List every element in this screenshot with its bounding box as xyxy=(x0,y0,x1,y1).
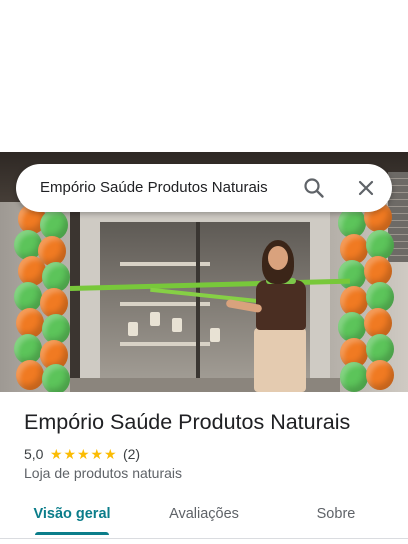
star-icon: ★ xyxy=(49,446,63,462)
tab-reviews[interactable]: Avaliações xyxy=(154,496,254,534)
tabs-divider xyxy=(0,538,408,539)
balloon xyxy=(340,362,368,392)
photo-jar xyxy=(128,322,138,336)
person-face xyxy=(268,246,288,270)
photo-jar xyxy=(210,328,220,342)
star-icon: ★ xyxy=(90,446,103,462)
photo-jar xyxy=(150,312,160,326)
star-rating: ★ ★ ★ ★ ★ xyxy=(49,447,117,461)
search-icon[interactable] xyxy=(300,174,328,202)
balloon xyxy=(366,360,394,390)
active-tab-indicator xyxy=(35,532,109,535)
person-pants xyxy=(254,328,306,392)
tab-overview[interactable]: Visão geral xyxy=(24,496,120,534)
tab-about[interactable]: Sobre xyxy=(296,496,376,534)
place-title: Empório Saúde Produtos Naturais xyxy=(24,410,351,434)
search-query[interactable]: Empório Saúde Produtos Naturais xyxy=(40,164,268,212)
balloon xyxy=(16,360,44,390)
blank-area xyxy=(0,0,408,152)
photo-jar xyxy=(172,318,182,332)
search-bar[interactable]: Empório Saúde Produtos Naturais xyxy=(16,164,392,212)
star-icon: ★ xyxy=(76,446,90,462)
close-icon[interactable] xyxy=(352,174,380,202)
person-shirt xyxy=(256,280,306,330)
review-count[interactable]: (2) xyxy=(123,446,140,462)
tab-bar: Visão geral Avaliações Sobre xyxy=(0,496,408,538)
place-category: Loja de produtos naturais xyxy=(24,465,182,481)
star-icon: ★ xyxy=(63,446,76,462)
balloon xyxy=(42,364,70,392)
rating-value: 5,0 xyxy=(24,446,44,462)
photo-door-frame xyxy=(196,222,200,392)
star-icon: ★ xyxy=(103,446,117,462)
rating-row[interactable]: 5,0 ★ ★ ★ ★ ★ (2) xyxy=(24,445,140,463)
